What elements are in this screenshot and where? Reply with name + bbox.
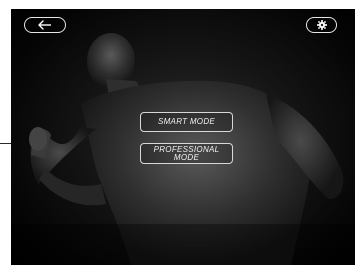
professional-mode-button[interactable]: PROFESSIONAL MODE [140, 143, 233, 164]
athlete-background-image [11, 33, 355, 265]
page: SMART MODE PROFESSIONAL MODE [0, 0, 355, 265]
edge-line [0, 143, 11, 144]
back-button[interactable] [24, 17, 66, 33]
smart-mode-button[interactable]: SMART MODE [140, 112, 233, 132]
device-screen: SMART MODE PROFESSIONAL MODE [11, 9, 355, 265]
professional-mode-label: PROFESSIONAL MODE [153, 144, 220, 162]
smart-mode-label: SMART MODE [157, 117, 216, 126]
gear-icon [316, 20, 327, 30]
settings-button[interactable] [306, 17, 337, 33]
arrow-left-icon [38, 20, 51, 30]
